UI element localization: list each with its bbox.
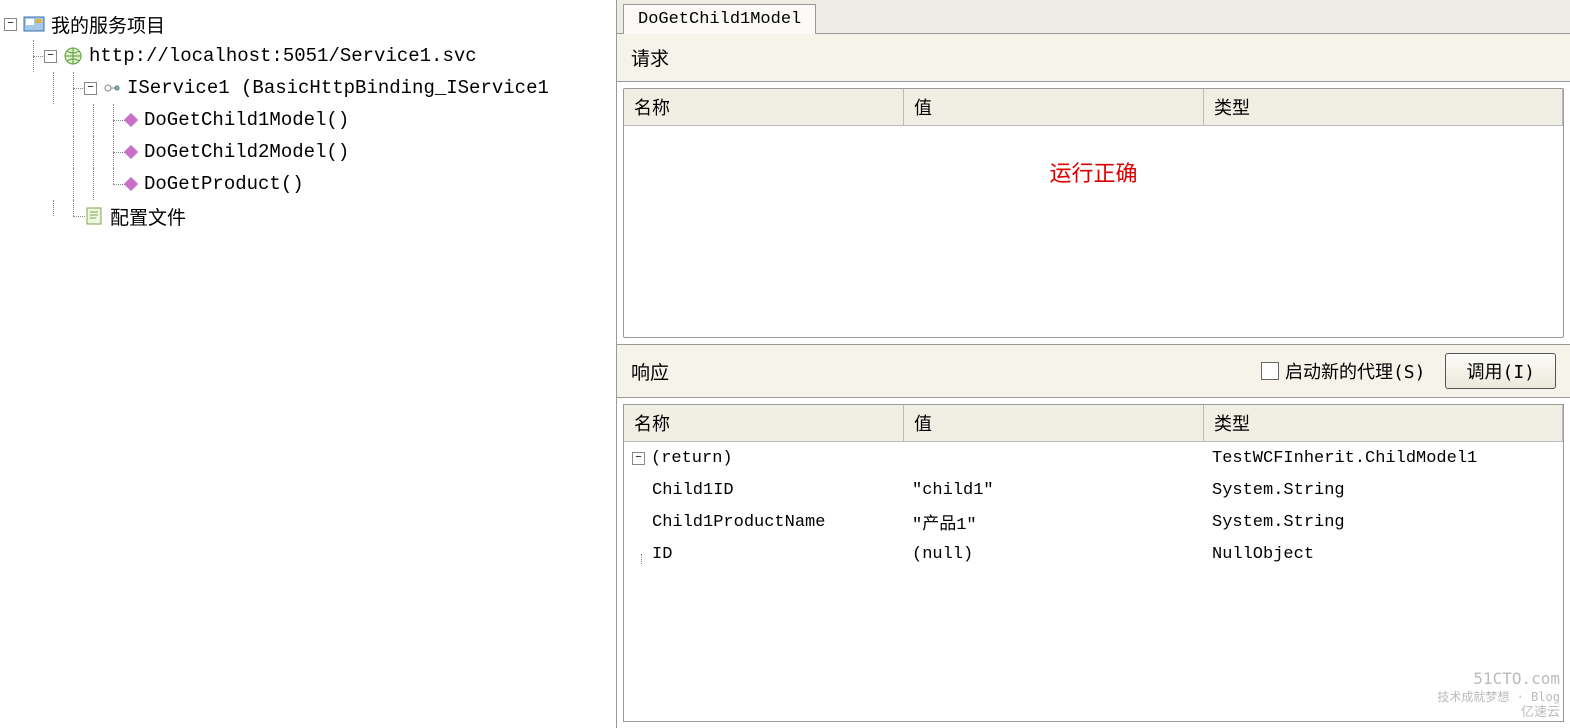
invoke-button-label: 调用(I): [1466, 362, 1535, 383]
row-value: "产品1": [904, 509, 1204, 535]
request-header: 请求: [617, 34, 1570, 82]
detail-panel: DoGetChild1Model 请求 名称 值 类型 运行正确 响应 启动新的…: [616, 0, 1570, 728]
tree-binding-node[interactable]: − IService1 (BasicHttpBinding_IService1: [4, 72, 612, 104]
row-value: "child1": [904, 481, 1204, 500]
row-name: (return): [651, 449, 733, 468]
request-label: 请求: [631, 44, 669, 71]
method-icon: [124, 145, 138, 159]
tree-method-label: DoGetChild2Model(): [144, 141, 349, 163]
method-icon: [124, 177, 138, 191]
service-tree-panel: − 我的服务项目 − http://localhost:5051/Service…: [0, 0, 616, 728]
method-icon: [124, 113, 138, 127]
project-icon: [23, 14, 45, 34]
tree-method-node[interactable]: DoGetProduct(): [4, 168, 612, 200]
response-section: 名称 值 类型 − (return) TestWCFInherit.ChildM…: [617, 398, 1570, 728]
tree-service-label: http://localhost:5051/Service1.svc: [89, 45, 477, 67]
col-name-header[interactable]: 名称: [624, 89, 904, 125]
col-type-header[interactable]: 类型: [1204, 89, 1563, 125]
collapse-icon[interactable]: −: [44, 50, 57, 63]
request-section: 请求 名称 值 类型 运行正确: [617, 34, 1570, 344]
request-grid: 名称 值 类型 运行正确: [623, 88, 1564, 338]
tree-method-node[interactable]: DoGetChild1Model(): [4, 104, 612, 136]
service-tree[interactable]: − 我的服务项目 − http://localhost:5051/Service…: [4, 8, 612, 232]
row-value: (null): [904, 545, 1204, 564]
globe-icon: [63, 46, 83, 66]
tree-root-label: 我的服务项目: [51, 11, 165, 38]
tree-method-node[interactable]: DoGetChild2Model(): [4, 136, 612, 168]
response-grid-header: 名称 值 类型: [624, 405, 1563, 442]
row-type: System.String: [1204, 481, 1563, 500]
tab-bar: DoGetChild1Model: [617, 0, 1570, 34]
row-type: System.String: [1204, 513, 1563, 532]
tree-method-label: DoGetChild1Model(): [144, 109, 349, 131]
tree-method-label: DoGetProduct(): [144, 173, 304, 195]
row-type: TestWCFInherit.ChildModel1: [1204, 449, 1563, 468]
invoke-button[interactable]: 调用(I): [1445, 353, 1556, 389]
row-type: NullObject: [1204, 545, 1563, 564]
config-file-icon: [84, 206, 104, 226]
collapse-icon[interactable]: −: [632, 452, 645, 465]
col-type-header[interactable]: 类型: [1204, 405, 1563, 441]
col-name-header[interactable]: 名称: [624, 405, 904, 441]
interface-icon: [103, 79, 121, 97]
request-grid-header: 名称 值 类型: [624, 89, 1563, 126]
col-value-header[interactable]: 值: [904, 89, 1204, 125]
row-name: ID: [652, 545, 672, 564]
new-proxy-checkbox[interactable]: 启动新的代理(S): [1261, 358, 1426, 384]
table-row[interactable]: Child1ID "child1" System.String: [624, 474, 1563, 506]
tree-config-node[interactable]: 配置文件: [4, 200, 612, 232]
collapse-icon[interactable]: −: [84, 82, 97, 95]
collapse-icon[interactable]: −: [4, 18, 17, 31]
row-name: Child1ProductName: [652, 513, 825, 532]
tree-config-label: 配置文件: [110, 203, 186, 230]
response-grid-body: − (return) TestWCFInherit.ChildModel1 Ch…: [624, 442, 1563, 721]
checkbox-label: 启动新的代理(S): [1285, 358, 1426, 384]
row-name: Child1ID: [652, 481, 734, 500]
status-text: 运行正确: [624, 126, 1563, 238]
table-row[interactable]: Child1ProductName "产品1" System.String: [624, 506, 1563, 538]
response-bar: 响应 启动新的代理(S) 调用(I): [617, 344, 1570, 398]
tree-service-node[interactable]: − http://localhost:5051/Service1.svc: [4, 40, 612, 72]
response-grid: 名称 值 类型 − (return) TestWCFInherit.ChildM…: [623, 404, 1564, 722]
tree-binding-label: IService1 (BasicHttpBinding_IService1: [127, 77, 549, 99]
checkbox-icon[interactable]: [1261, 362, 1279, 380]
table-row[interactable]: ID (null) NullObject: [624, 538, 1563, 570]
table-row[interactable]: − (return) TestWCFInherit.ChildModel1: [624, 442, 1563, 474]
response-label: 响应: [631, 358, 669, 385]
col-value-header[interactable]: 值: [904, 405, 1204, 441]
tab-label: DoGetChild1Model: [638, 10, 801, 29]
tab-active[interactable]: DoGetChild1Model: [623, 4, 816, 34]
tree-root-node[interactable]: − 我的服务项目: [4, 8, 612, 40]
